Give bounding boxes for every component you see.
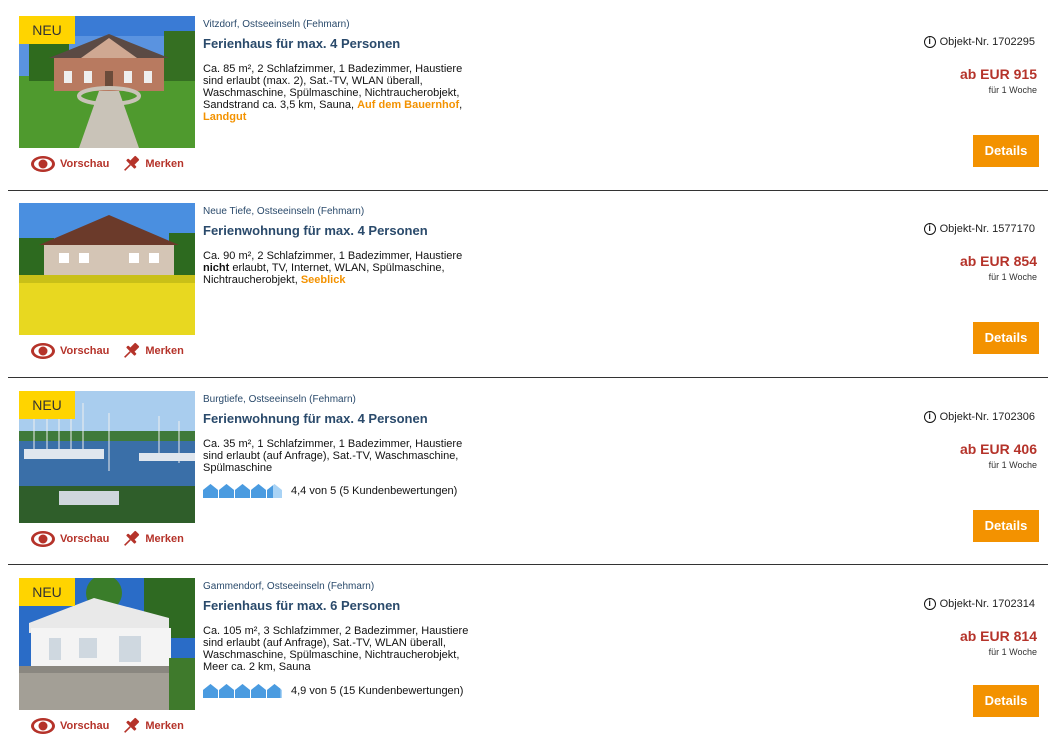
listing-location: Burgtiefe, Ostseeinseln (Fehmarn) bbox=[203, 394, 356, 405]
objekt-nr: i Objekt-Nr. 1577170 bbox=[923, 223, 1035, 235]
listing-location: Neue Tiefe, Ostseeinseln (Fehmarn) bbox=[203, 206, 365, 217]
pin-icon bbox=[124, 155, 140, 171]
objekt-nr: i Objekt-Nr. 1702295 bbox=[923, 36, 1035, 48]
objekt-nr-text: Objekt-Nr. 1577170 bbox=[939, 223, 1035, 235]
rating: 4,4 von 5 (5 Kundenbewertungen) bbox=[203, 484, 457, 498]
merken-label: Merken bbox=[145, 158, 184, 170]
info-icon: i bbox=[923, 411, 936, 423]
listing-4: NEU Vorschau Merken Gammendorf, Ostseein… bbox=[0, 562, 1062, 750]
info-icon: i bbox=[923, 223, 936, 235]
listing-location: Gammendorf, Ostseeinseln (Fehmarn) bbox=[203, 581, 375, 592]
listing-description: Ca. 85 m², 2 Schlafzimmer, 1 Badezimmer,… bbox=[203, 63, 483, 123]
desc-sep: , bbox=[459, 99, 463, 111]
price: ab EUR 406 bbox=[959, 441, 1037, 457]
listing-title[interactable]: Ferienhaus für max. 4 Personen bbox=[203, 36, 400, 51]
listing-actions: Vorschau Merken bbox=[30, 339, 184, 363]
rating-house-icon bbox=[203, 684, 218, 698]
merken-label: Merken bbox=[145, 533, 184, 545]
details-button[interactable]: Details bbox=[973, 510, 1039, 542]
price: ab EUR 915 bbox=[959, 66, 1037, 82]
desc-text: Ca. 35 m², 1 Schlafzimmer, 1 Badezimmer,… bbox=[203, 438, 463, 474]
price-period: für 1 Woche bbox=[988, 85, 1037, 95]
price-period: für 1 Woche bbox=[988, 647, 1037, 657]
objekt-nr: i Objekt-Nr. 1702314 bbox=[923, 598, 1035, 610]
details-button[interactable]: Details bbox=[973, 322, 1039, 354]
rating-houses bbox=[203, 684, 283, 698]
rating: 4,9 von 5 (15 Kundenbewertungen) bbox=[203, 684, 463, 698]
rating-house-icon bbox=[267, 484, 282, 498]
listing-3: NEU Vorschau Merken Burgtiefe, Ostseeins… bbox=[0, 375, 1062, 563]
rating-house-icon bbox=[219, 484, 234, 498]
price: ab EUR 854 bbox=[959, 253, 1037, 269]
eye-icon bbox=[31, 531, 55, 547]
merken-button[interactable]: Merken bbox=[121, 529, 184, 549]
rating-house-icon bbox=[251, 484, 266, 498]
listing-actions: Vorschau Merken bbox=[30, 714, 184, 738]
desc-bold: nicht bbox=[203, 262, 230, 274]
desc-text: Ca. 90 m², 2 Schlafzimmer, 1 Badezimmer,… bbox=[203, 250, 463, 262]
rating-house-icon bbox=[267, 684, 282, 698]
price-period: für 1 Woche bbox=[988, 460, 1037, 470]
listing-description: Ca. 35 m², 1 Schlafzimmer, 1 Badezimmer,… bbox=[203, 438, 483, 474]
vorschau-label: Vorschau bbox=[60, 533, 110, 545]
listing-actions: Vorschau Merken bbox=[30, 152, 184, 176]
desc-text: Ca. 105 m², 3 Schlafzimmer, 2 Badezimmer… bbox=[203, 625, 469, 673]
rating-houses bbox=[203, 484, 283, 498]
desc-highlight-2: Landgut bbox=[203, 111, 247, 123]
listing-2: Vorschau Merken Neue Tiefe, Ostseeinseln… bbox=[0, 187, 1062, 375]
pin-icon bbox=[124, 717, 140, 733]
vorschau-button[interactable]: Vorschau bbox=[30, 530, 109, 548]
listing-title[interactable]: Ferienhaus für max. 6 Personen bbox=[203, 598, 400, 613]
rating-house-icon bbox=[219, 684, 234, 698]
listing-location: Vitzdorf, Ostseeinseln (Fehmarn) bbox=[203, 19, 350, 30]
rating-house-icon bbox=[235, 684, 250, 698]
rating-text: 4,4 von 5 (5 Kundenbewertungen) bbox=[291, 485, 458, 497]
merken-button[interactable]: Merken bbox=[121, 341, 184, 361]
rating-text: 4,9 von 5 (15 Kundenbewertungen) bbox=[291, 685, 464, 697]
new-badge: NEU bbox=[19, 578, 75, 606]
rating-house-icon bbox=[235, 484, 250, 498]
vorschau-button[interactable]: Vorschau bbox=[30, 155, 109, 173]
merken-button[interactable]: Merken bbox=[121, 716, 184, 736]
property-photo[interactable] bbox=[19, 203, 195, 335]
eye-icon bbox=[31, 718, 55, 734]
pin-icon bbox=[124, 342, 140, 358]
new-badge: NEU bbox=[19, 16, 75, 44]
merken-label: Merken bbox=[145, 720, 184, 732]
listing-title[interactable]: Ferienwohnung für max. 4 Personen bbox=[203, 223, 428, 238]
objekt-nr-text: Objekt-Nr. 1702295 bbox=[939, 36, 1035, 48]
desc-highlight: Auf dem Bauernhof bbox=[357, 99, 460, 111]
eye-icon bbox=[31, 156, 55, 172]
new-badge: NEU bbox=[19, 391, 75, 419]
info-icon: i bbox=[923, 598, 936, 610]
rating-house-icon bbox=[203, 484, 218, 498]
details-button[interactable]: Details bbox=[973, 685, 1039, 717]
vorschau-button[interactable]: Vorschau bbox=[30, 342, 109, 360]
listing-actions: Vorschau Merken bbox=[30, 527, 184, 551]
listing-description: Ca. 90 m², 2 Schlafzimmer, 1 Badezimmer,… bbox=[203, 250, 483, 286]
eye-icon bbox=[31, 343, 55, 359]
listing-1: NEU Vorschau Merken Vitzdorf, Ostseeinse… bbox=[0, 0, 1062, 188]
merken-label: Merken bbox=[145, 345, 184, 357]
objekt-nr-text: Objekt-Nr. 1702306 bbox=[939, 411, 1035, 423]
price-period: für 1 Woche bbox=[988, 272, 1037, 282]
vorschau-label: Vorschau bbox=[60, 345, 110, 357]
listing-title[interactable]: Ferienwohnung für max. 4 Personen bbox=[203, 411, 428, 426]
objekt-nr: i Objekt-Nr. 1702306 bbox=[923, 411, 1035, 423]
desc-highlight: Seeblick bbox=[300, 274, 346, 286]
price: ab EUR 814 bbox=[959, 628, 1037, 644]
vorschau-label: Vorschau bbox=[60, 720, 110, 732]
info-icon: i bbox=[923, 36, 936, 48]
objekt-nr-text: Objekt-Nr. 1702314 bbox=[939, 598, 1035, 610]
vorschau-button[interactable]: Vorschau bbox=[30, 717, 109, 735]
listing-description: Ca. 105 m², 3 Schlafzimmer, 2 Badezimmer… bbox=[203, 625, 483, 673]
vorschau-label: Vorschau bbox=[60, 158, 110, 170]
pin-icon bbox=[124, 530, 140, 546]
details-button[interactable]: Details bbox=[973, 135, 1039, 167]
rating-house-icon bbox=[251, 684, 266, 698]
merken-button[interactable]: Merken bbox=[121, 154, 184, 174]
